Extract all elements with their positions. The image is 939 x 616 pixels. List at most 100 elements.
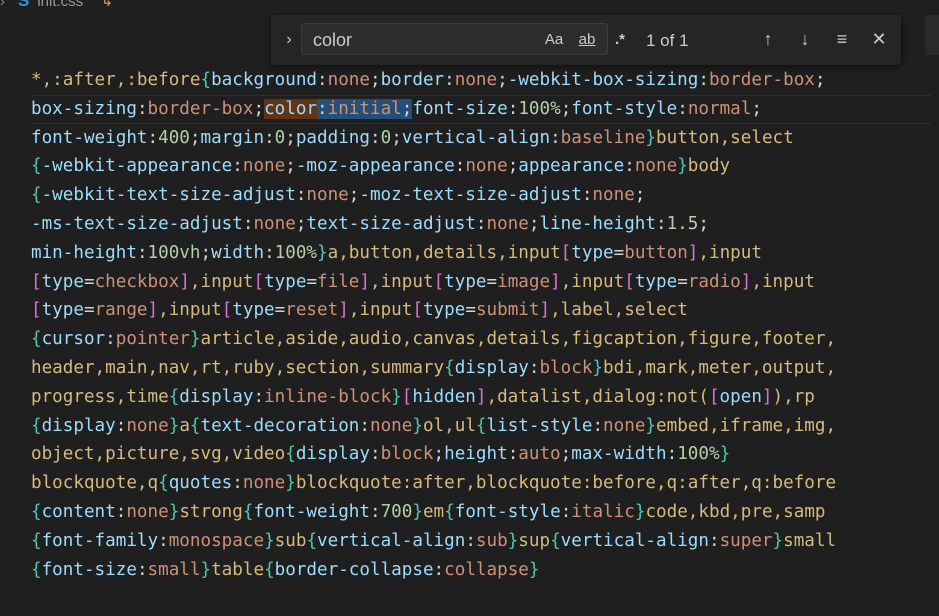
code-token: 100vh	[147, 242, 201, 263]
find-in-selection-icon[interactable]: ≡	[830, 27, 854, 51]
code-token: }	[412, 501, 423, 522]
code-token: box-sizing	[31, 98, 137, 119]
code-token: ;	[560, 444, 572, 465]
code-token: :	[232, 156, 243, 177]
code-token: italic	[571, 501, 635, 522]
code-token: :	[592, 415, 604, 436]
code-line: {display:none}a{text-decoration:none}ol,…	[31, 412, 931, 441]
code-token: ,datalist,dialog:not(	[486, 386, 709, 407]
code-token: height	[444, 444, 508, 465]
code-token: none	[634, 156, 678, 177]
code-token: border-collapse	[274, 559, 434, 580]
code-token: submit	[475, 300, 540, 321]
code-token: :	[507, 98, 519, 119]
code-token: }	[391, 386, 402, 407]
find-input[interactable]	[311, 24, 515, 56]
code-token: {	[31, 530, 42, 551]
code-editor[interactable]: *,:after,:before{background:none;border:…	[31, 66, 931, 584]
code-token: {	[550, 530, 561, 551]
css-file-icon: S	[18, 0, 30, 10]
toggle-replace-chevron-icon[interactable]: ›	[279, 28, 299, 52]
code-token: ol,ul	[422, 415, 476, 436]
code-token: ;	[285, 127, 296, 148]
code-token: :	[666, 444, 678, 465]
code-token: type	[422, 300, 466, 321]
code-token: {	[31, 559, 42, 580]
code-token: article,aside,audio,canvas,details,figca…	[200, 329, 837, 350]
code-token: blockquote:after,blockquote:before,q:aft…	[295, 473, 837, 494]
code-token: strong	[179, 501, 243, 522]
code-token: ,input	[751, 271, 815, 292]
code-token: :	[708, 530, 720, 551]
editor-tab-init-css[interactable]: › S init.css ↳	[0, 0, 113, 10]
code-token: ]	[539, 300, 551, 321]
code-token: type	[41, 271, 84, 292]
chevron-right-icon: ›	[0, 0, 5, 10]
code-token: {	[31, 185, 42, 206]
code-token: {	[31, 501, 42, 522]
code-token: ;	[391, 127, 402, 148]
match-case-icon[interactable]: Aa	[542, 29, 566, 51]
code-token: collapse	[444, 559, 529, 580]
code-token: :	[359, 415, 370, 436]
code-token: reset	[285, 300, 339, 321]
code-token: {	[264, 559, 275, 580]
code-token: type	[232, 300, 275, 321]
code-token: 0	[274, 127, 286, 148]
code-token: }	[645, 127, 657, 148]
use-regex-icon[interactable]: .*	[608, 29, 632, 51]
code-token: =	[83, 271, 95, 292]
code-token: :	[507, 444, 519, 465]
code-token: display	[295, 444, 370, 465]
code-token: file	[317, 271, 360, 292]
code-token: ;	[253, 98, 265, 119]
code-token: ]	[475, 386, 487, 407]
code-token: ,input	[370, 271, 434, 292]
code-token: ]	[179, 271, 190, 292]
code-token: [	[221, 300, 233, 321]
code-token: inline-block	[264, 386, 392, 407]
previous-match-arrow-up-icon[interactable]: ↑	[756, 27, 780, 51]
code-token: }	[264, 530, 275, 551]
code-token: block	[380, 444, 434, 465]
code-token: :	[115, 501, 127, 522]
code-token: }	[719, 444, 731, 465]
code-token: type	[634, 271, 678, 292]
code-token: baseline	[560, 127, 646, 148]
code-token: min-height	[31, 242, 137, 263]
close-icon[interactable]: ✕	[867, 27, 891, 51]
code-line: -ms-text-size-adjust:none;text-size-adju…	[31, 210, 931, 239]
code-token: appearance	[518, 156, 625, 177]
code-token: }	[772, 530, 784, 551]
code-token: type	[444, 271, 487, 292]
code-line: object,picture,svg,video{display:block;h…	[31, 440, 931, 469]
code-token: 400	[158, 127, 190, 148]
code-token: ;	[295, 213, 307, 234]
code-token: header,main,nav,rt,ruby,section,summary	[31, 357, 445, 378]
code-token: :	[656, 213, 667, 234]
code-token: none	[126, 415, 169, 436]
code-token: small	[147, 559, 201, 580]
code-token: }	[507, 530, 519, 551]
match-whole-word-icon[interactable]: ab	[574, 29, 600, 51]
code-token: :	[550, 127, 561, 148]
code-token: display	[41, 415, 116, 436]
code-line: {-webkit-text-size-adjust:none;-moz-text…	[31, 181, 931, 210]
code-token: ;	[507, 156, 519, 177]
code-token: ;	[751, 98, 762, 119]
code-token: font-style	[571, 98, 678, 119]
code-token: border-box	[147, 98, 254, 119]
code-token: {	[31, 415, 42, 436]
code-token: small	[783, 530, 837, 551]
code-token: content	[41, 501, 116, 522]
code-token: none	[603, 415, 646, 436]
code-token: {	[31, 156, 42, 177]
code-token: {	[242, 501, 254, 522]
code-token: list-style	[486, 415, 593, 436]
next-match-arrow-down-icon[interactable]: ↓	[793, 27, 817, 51]
code-token: :	[317, 98, 328, 119]
code-token: ;	[814, 70, 826, 90]
code-token: text-size-adjust	[306, 213, 476, 234]
code-token: none	[465, 156, 508, 177]
code-token: }	[592, 357, 604, 378]
